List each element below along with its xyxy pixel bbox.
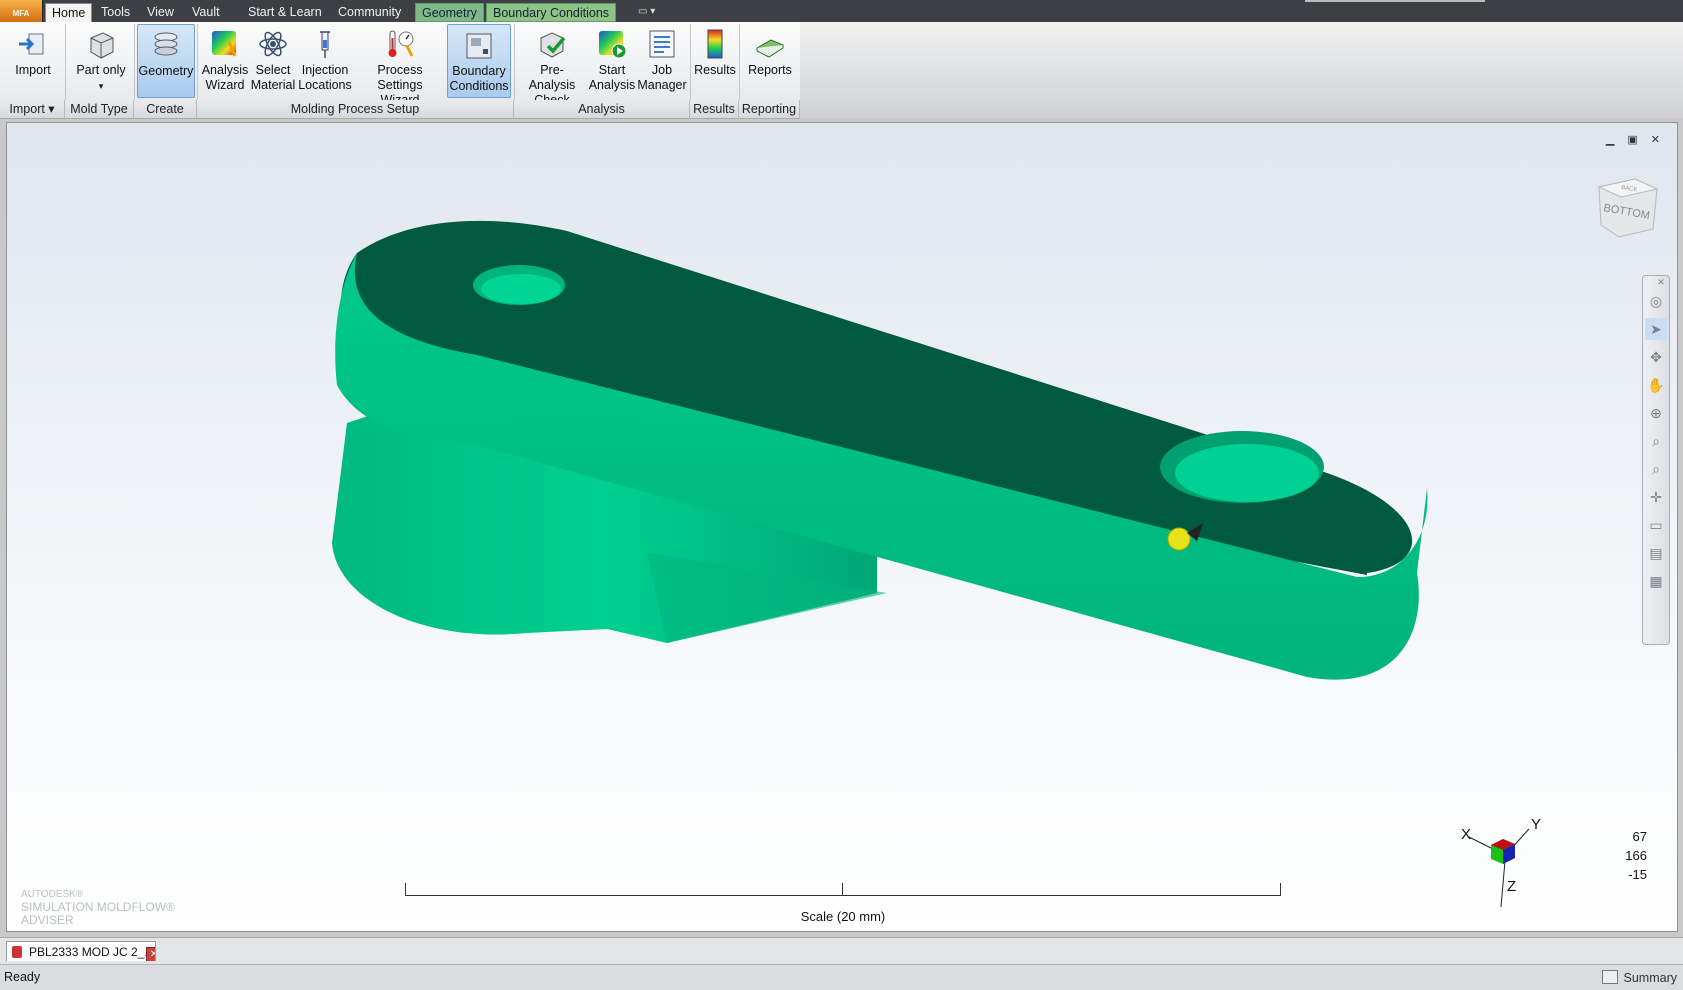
coord-z: -15 <box>1628 867 1647 882</box>
scale-label: Scale (20 mm) <box>800 909 886 924</box>
group-results-label: Results <box>690 100 739 118</box>
group-reporting-label: Reporting <box>739 100 800 118</box>
axis-x-label: X <box>1461 826 1471 843</box>
process-settings-wizard-button[interactable]: Process Settings Wizard <box>354 24 446 107</box>
tab-vault[interactable]: Vault <box>186 3 226 22</box>
analysis-wizard-icon <box>212 31 237 57</box>
viewcube[interactable]: BACK BOTTOM <box>1593 173 1661 241</box>
status-text: Ready <box>4 970 41 984</box>
job-list-icon <box>649 30 675 58</box>
tab-community[interactable]: Community <box>332 3 407 22</box>
check-part-icon <box>540 32 566 58</box>
axis-y-label: Y <box>1531 817 1541 833</box>
center-icon[interactable]: ✛ <box>1645 486 1667 508</box>
document-file-icon <box>12 946 22 958</box>
pre-analysis-check-button[interactable]: Pre-Analysis Check <box>517 24 587 107</box>
steering-wheel-icon[interactable]: ◎ <box>1645 290 1667 312</box>
group-molding-process-setup-label: Molding Process Setup <box>197 100 514 118</box>
clipping-plane-icon[interactable]: ▤ <box>1645 542 1667 564</box>
zoom-all-icon[interactable]: ⌕ <box>1645 458 1667 480</box>
pan-hand-icon[interactable]: ✋ <box>1645 374 1667 396</box>
document-tab-bar: PBL2333 MOD JC 2_... ✕ <box>0 937 1683 964</box>
group-create-label: Create <box>134 100 197 118</box>
scale-indicator: Scale (20 mm) <box>405 883 1281 943</box>
tab-home[interactable]: Home <box>45 3 93 22</box>
boundary-conditions-button[interactable]: Boundary Conditions <box>447 24 511 98</box>
part-only-button[interactable]: Part only ▾ <box>70 24 132 98</box>
results-button[interactable]: Results <box>693 24 737 98</box>
analysis-wizard-button[interactable]: Analysis Wizard <box>200 24 250 98</box>
document-tab[interactable]: PBL2333 MOD JC 2_... ✕ <box>6 941 156 961</box>
tab-geometry[interactable]: Geometry <box>415 3 484 22</box>
axis-triad: X Y Z <box>1461 817 1541 907</box>
search-field[interactable] <box>1305 0 1485 2</box>
model-viewport[interactable]: ▁ ▣ ✕ BACK BOTTOM ✕ ◎ ➤ ✥ ✋ ⊕ ⌕ ⌕ ✛ ▭ ▤ … <box>6 122 1678 932</box>
summary-button[interactable]: Summary <box>1601 970 1677 985</box>
scale-bar-midtick <box>842 883 843 895</box>
tab-view[interactable]: View <box>141 3 180 22</box>
scale-bar <box>405 883 1281 896</box>
status-bar: Ready Summary <box>0 964 1683 990</box>
orbit-icon[interactable]: ✥ <box>1645 346 1667 368</box>
geometry-button[interactable]: Geometry <box>137 24 195 98</box>
tab-tools[interactable]: Tools <box>95 3 136 22</box>
boundary-conditions-icon <box>466 33 492 59</box>
part-cube-icon <box>90 32 114 59</box>
select-pointer-icon[interactable]: ➤ <box>1645 318 1667 340</box>
ribbon-background <box>800 22 1683 118</box>
group-mold-type-label: Mold Type <box>65 100 134 118</box>
close-document-icon[interactable]: ✕ <box>146 947 155 961</box>
results-scale-icon <box>707 29 723 59</box>
thermometer-gauge-icon <box>388 30 414 57</box>
material-atom-icon <box>259 31 287 57</box>
coord-x: 67 <box>1632 829 1647 844</box>
summary-icon <box>1601 970 1618 984</box>
injection-location-marker <box>1167 527 1191 551</box>
start-analysis-button[interactable]: Start Analysis <box>588 24 636 98</box>
navigation-bar: ✕ ◎ ➤ ✥ ✋ ⊕ ⌕ ⌕ ✛ ▭ ▤ ▦ <box>1642 275 1670 645</box>
import-button[interactable]: Import <box>6 24 60 98</box>
view-settings-icon[interactable]: ▦ <box>1645 570 1667 592</box>
ribbon-display-toggle-icon[interactable]: ▭ ▾ <box>638 6 660 17</box>
tab-boundary-conditions[interactable]: Boundary Conditions <box>486 3 617 22</box>
select-material-button[interactable]: Select Material <box>250 24 296 98</box>
job-manager-button[interactable]: Job Manager <box>637 24 687 98</box>
ribbon: Import Part only ▾ Geometry Analysis Wiz… <box>0 22 800 119</box>
brand-watermark: AUTODESK® SIMULATION MOLDFLOW® ADVISER <box>21 889 175 927</box>
title-bar: MFA Home Tools View Vault Start & Learn … <box>0 0 1683 22</box>
start-analysis-icon <box>599 31 627 59</box>
injection-locations-button[interactable]: Injection Locations <box>297 24 353 98</box>
syringe-icon <box>320 31 330 58</box>
measure-icon[interactable]: ▭ <box>1645 514 1667 536</box>
geometry-layers-icon <box>154 32 178 56</box>
tab-start-learn[interactable]: Start & Learn <box>242 3 328 22</box>
coord-y: 166 <box>1625 848 1647 863</box>
navbar-close-icon[interactable]: ✕ <box>1657 278 1665 287</box>
reports-book-icon <box>755 39 785 58</box>
reports-button[interactable]: Reports <box>742 24 798 98</box>
zoom-window-icon[interactable]: ⌕ <box>1645 430 1667 452</box>
application-menu-button[interactable]: MFA <box>0 0 43 22</box>
group-analysis-label: Analysis <box>514 100 690 118</box>
axis-z-label: Z <box>1507 878 1516 895</box>
group-import-label[interactable]: Import ▾ <box>0 100 65 118</box>
cursor-coordinates: 67 166 -15 <box>1625 827 1647 884</box>
import-icon <box>19 33 44 55</box>
zoom-icon[interactable]: ⊕ <box>1645 402 1667 424</box>
part-model[interactable] <box>7 123 1677 931</box>
